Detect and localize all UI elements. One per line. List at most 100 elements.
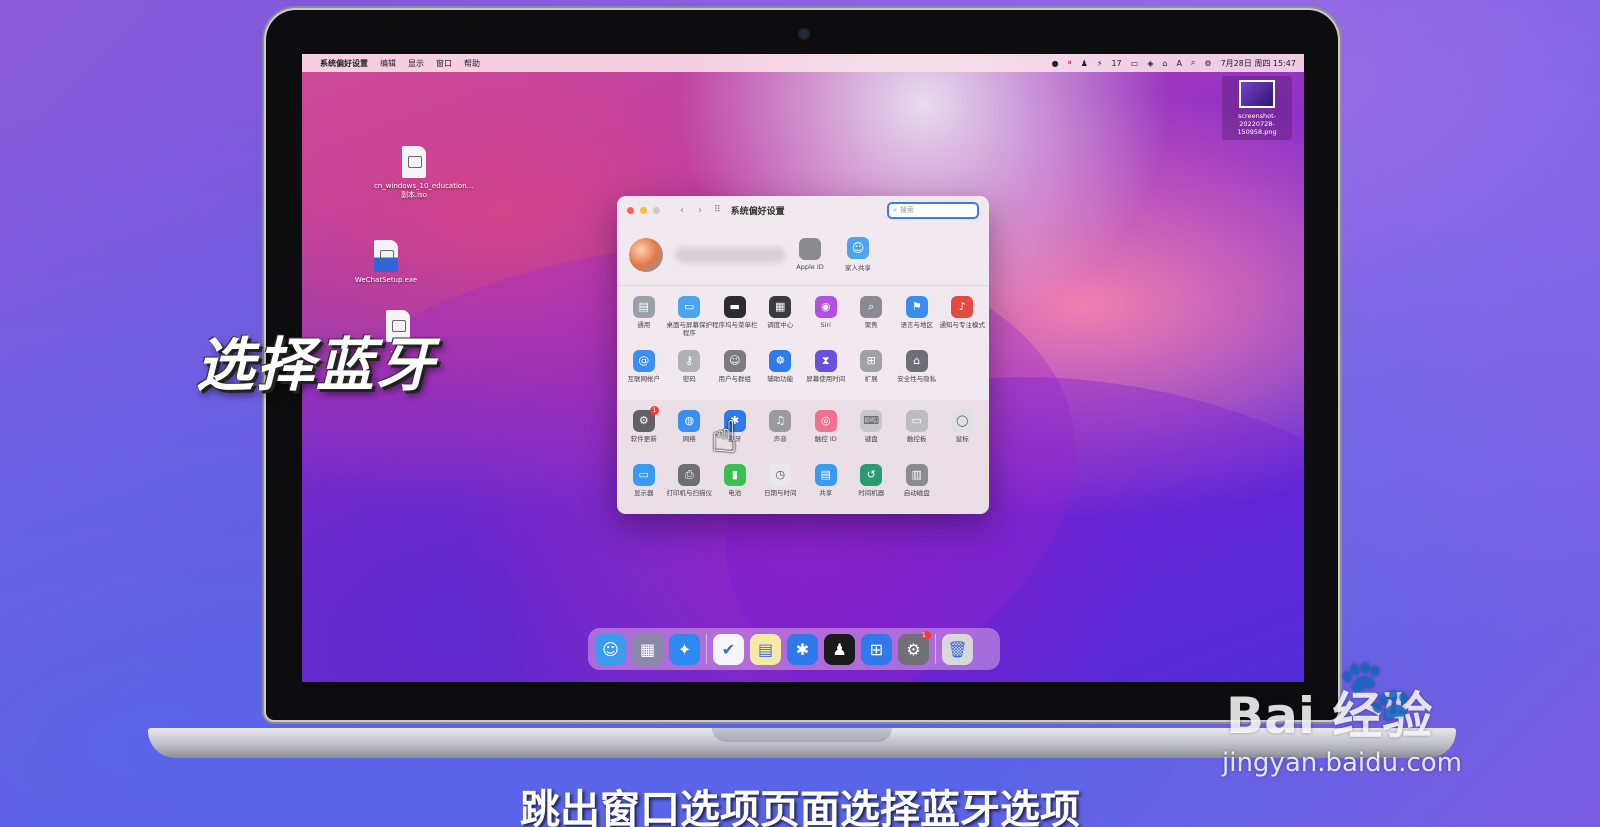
- pref-pane-notifications[interactable]: ♪ 通知与专注模式: [940, 292, 985, 344]
- power-icon[interactable]: ⚡: [1097, 59, 1103, 68]
- pref-pane-security[interactable]: ⌂ 安全性与隐私: [894, 346, 940, 398]
- pref-pane-dock[interactable]: ▬ 程序坞与菜单栏: [712, 292, 758, 344]
- menu-edit[interactable]: 编辑: [380, 58, 396, 69]
- pref-pane-sharing[interactable]: ▤ 共享: [803, 460, 849, 512]
- qq-icon[interactable]: ♟: [824, 633, 855, 665]
- pref-pane-date-time[interactable]: ◷ 日期与时间: [758, 460, 804, 512]
- pref-pane-battery[interactable]: ▮ 电池: [712, 460, 758, 512]
- pref-pane-network[interactable]: ◍ 网络: [667, 406, 713, 458]
- date-time-icon: ◷: [769, 464, 792, 486]
- pref-pane-label: 扩展: [864, 375, 878, 383]
- record-icon[interactable]: ●: [1052, 59, 1059, 68]
- weather-temp[interactable]: 17: [1111, 59, 1121, 68]
- menu-clock[interactable]: 7月28日 周四 15:47: [1221, 58, 1296, 69]
- trash-icon[interactable]: 🗑: [942, 633, 973, 665]
- family-sharing-button[interactable]: ☺ 家人共享: [835, 237, 881, 272]
- pref-pane-extensions[interactable]: ⊞ 扩展: [849, 346, 895, 398]
- bluetooth-file-icon[interactable]: ✱: [787, 633, 818, 665]
- desktop-icon: ▭: [678, 296, 701, 318]
- printers-icon: ⎙: [678, 464, 701, 486]
- spotlight-icon[interactable]: ⌕: [1191, 58, 1195, 68]
- file-label: cn_windows_10_education...副本.iso: [374, 182, 474, 199]
- menu-help[interactable]: 帮助: [464, 58, 480, 69]
- close-button[interactable]: [627, 206, 634, 214]
- pref-pane-time-machine[interactable]: ↺ 时间机器: [849, 460, 895, 512]
- forward-icon[interactable]: ›: [698, 205, 702, 216]
- system-preferences-icon[interactable]: ⚙ 1: [898, 630, 931, 665]
- pref-pane-touch-id[interactable]: ◎ 触控 ID: [803, 406, 849, 458]
- pref-pane-trackpad[interactable]: ▭ 触控板: [894, 406, 940, 458]
- pref-pane-mouse[interactable]: ◯ 鼠标: [940, 406, 986, 458]
- disk-image-icon: [402, 146, 426, 178]
- pref-pane-mission-control[interactable]: ▦ 调度中心: [758, 292, 804, 344]
- mac-screen: 系统偏好设置 编辑 显示 窗口 帮助 ● ⏸ ♟ ⚡ 17 ▭ ◈ ⌂ A ⌕ …: [302, 54, 1304, 682]
- desktop-file-exe[interactable]: WeChatSetup.exe: [346, 240, 426, 284]
- apple-id-button[interactable]: Apple ID: [787, 238, 833, 271]
- pref-pane-sound[interactable]: ♫ 声音: [758, 406, 804, 458]
- search-field[interactable]: ⌕ 搜索: [887, 201, 979, 219]
- safari-icon[interactable]: ✦: [669, 633, 700, 665]
- file-label: WeChatSetup.exe: [354, 276, 418, 284]
- battery-icon: ▮: [723, 464, 746, 486]
- wifi-icon[interactable]: ◈: [1147, 59, 1153, 68]
- pref-pane-startup-disk[interactable]: ▥ 启动磁盘: [894, 460, 940, 512]
- menu-view[interactable]: 显示: [408, 58, 424, 69]
- mission-control-icon: ▦: [769, 296, 792, 318]
- baidu-paw-icon: 🐾: [1338, 655, 1413, 725]
- pref-pane-printers[interactable]: ⎙ 打印机与扫描仪: [666, 460, 713, 512]
- windows-icon[interactable]: ⊞: [861, 633, 892, 665]
- status-app-icon[interactable]: ♟: [1081, 59, 1088, 68]
- battery-icon[interactable]: ▭: [1131, 59, 1139, 68]
- pref-pane-keyboard[interactable]: ⌨ 键盘: [849, 406, 895, 458]
- home-icon[interactable]: ⌂: [1162, 59, 1167, 68]
- pref-pane-label: Siri: [820, 321, 831, 329]
- prefs-section-personal: ▤ 通用 ▭ 桌面与屏幕保护程序 ▬ 程序坞与菜单栏 ▦ 调度中心 ◉ Siri ⌕ 聚焦 ⚑ 语言与地区…: [617, 286, 989, 346]
- blurred-user-name: [675, 246, 785, 263]
- pref-pane-displays[interactable]: ▭ 显示器: [621, 460, 667, 512]
- avatar[interactable]: [629, 237, 663, 272]
- exe-file-icon: [374, 240, 398, 272]
- screenshot-thumbnail: [1239, 80, 1275, 108]
- grid-view-icon[interactable]: ⠿: [714, 205, 721, 215]
- pref-pane-label: 时间机器: [858, 489, 885, 497]
- pref-pane-passwords[interactable]: ⚷ 密码: [667, 346, 713, 398]
- dock-badge: 1: [922, 630, 931, 640]
- window-titlebar: ‹ › ⠿ 系统偏好设置 ⌕ 搜索: [617, 196, 989, 224]
- pref-pane-internet-accounts[interactable]: @ 互联网帐户: [621, 346, 667, 398]
- minimize-button[interactable]: [640, 206, 647, 214]
- pref-pane-label: 打印机与扫描仪: [666, 489, 713, 497]
- menu-app-name[interactable]: 系统偏好设置: [320, 58, 368, 69]
- pref-pane-software-update[interactable]: ⚙ 1 软件更新: [621, 406, 667, 458]
- pref-pane-siri[interactable]: ◉ Siri: [803, 292, 849, 344]
- pref-pane-general[interactable]: ▤ 通用: [621, 292, 667, 344]
- pref-pane-label: 通用: [637, 321, 651, 329]
- startup-disk-icon: ▥: [905, 464, 928, 486]
- back-icon[interactable]: ‹: [680, 205, 684, 216]
- lark-icon[interactable]: ✔: [713, 633, 744, 665]
- launchpad-icon[interactable]: ▦: [632, 633, 663, 665]
- pause-icon[interactable]: ⏸: [1068, 58, 1072, 68]
- pref-pane-screen-time[interactable]: ⧗ 屏幕使用时间: [803, 346, 849, 398]
- notes-icon[interactable]: ▤: [750, 633, 781, 665]
- desktop-file-iso[interactable]: cn_windows_10_education...副本.iso: [374, 146, 473, 200]
- finder-icon[interactable]: ☺: [595, 633, 626, 665]
- zoom-button[interactable]: [653, 206, 660, 214]
- pref-pane-label: 触控 ID: [814, 435, 837, 443]
- pref-pane-label: 共享: [819, 489, 833, 497]
- pref-pane-desktop[interactable]: ▭ 桌面与屏幕保护程序: [667, 292, 712, 344]
- internet-accounts-icon: @: [632, 350, 655, 372]
- pref-pane-users[interactable]: ☺ 用户与群组: [712, 346, 758, 398]
- pref-pane-spotlight[interactable]: ⌕ 聚焦: [849, 292, 895, 344]
- pref-pane-label: 电池: [728, 489, 742, 497]
- spotlight-icon: ⌕: [860, 296, 883, 318]
- desktop-screenshot-file[interactable]: screenshot-20220728-150958.png: [1222, 76, 1292, 140]
- pref-pane-label: 鼠标: [955, 435, 969, 443]
- pref-pane-accessibility[interactable]: ☸ 辅助功能: [758, 346, 804, 398]
- extensions-icon: ⊞: [860, 350, 883, 372]
- control-center-icon[interactable]: ⚙: [1204, 59, 1211, 68]
- sound-icon: ♫: [769, 410, 792, 432]
- pref-pane-language[interactable]: ⚑ 语言与地区: [894, 292, 940, 344]
- input-method-icon[interactable]: A: [1176, 59, 1181, 68]
- dock: ☺ ▦ ✦ ✔ ▤ ✱ ♟ ⊞ ⚙ 1 🗑: [588, 628, 1000, 670]
- menu-window[interactable]: 窗口: [436, 58, 452, 69]
